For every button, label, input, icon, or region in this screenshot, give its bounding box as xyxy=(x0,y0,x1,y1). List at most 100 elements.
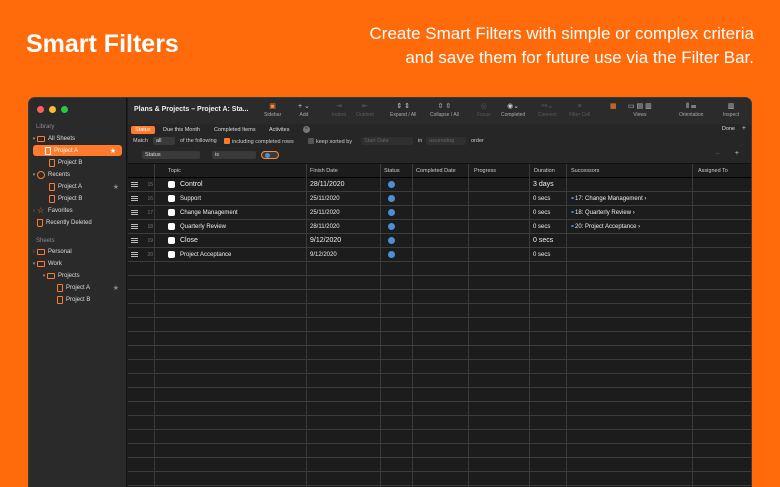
status-cell[interactable] xyxy=(380,220,412,234)
status-cell[interactable] xyxy=(380,234,412,248)
status-cell[interactable] xyxy=(380,178,412,192)
column-header-assigned-to[interactable]: Assigned To xyxy=(694,164,728,178)
table-row[interactable] xyxy=(128,346,751,360)
row-handle-icon[interactable] xyxy=(131,238,138,243)
including-completed-checkbox[interactable]: including completed rows xyxy=(224,138,294,145)
row-handle-icon[interactable] xyxy=(131,210,138,215)
remove-criteria-button[interactable]: − xyxy=(716,151,719,157)
table-row[interactable] xyxy=(128,388,751,402)
star-icon[interactable]: ★ xyxy=(113,284,119,292)
column-header-topic[interactable]: Topic xyxy=(164,164,181,178)
table-row[interactable] xyxy=(128,304,751,318)
table-row[interactable]: 18 Quarterly Review 28/11/2020 0 secs ⚭20: P… xyxy=(128,220,751,234)
zoom-window-button[interactable] xyxy=(61,106,68,113)
collapse-all-button[interactable]: ⇳ ⇳ Collapse / All xyxy=(430,102,459,118)
close-window-button[interactable] xyxy=(37,106,44,113)
finish-date-cell[interactable]: 9/12/2020 xyxy=(306,248,378,262)
criteria-value-select[interactable] xyxy=(261,151,279,159)
sidebar-item-project-a[interactable]: Project A ★ xyxy=(33,145,122,156)
table-row[interactable] xyxy=(128,430,751,444)
table-row[interactable]: 20 Project Acceptance 9/12/2020 0 secs xyxy=(128,248,751,262)
sidebar-item-recently-deleted[interactable]: Recently Deleted xyxy=(29,217,125,228)
table-row[interactable]: 17 Change Management 25/11/2020 0 secs ⚭18: … xyxy=(128,206,751,220)
topic-cell[interactable]: Change Management xyxy=(176,206,304,220)
topic-cell[interactable]: Close xyxy=(176,234,304,248)
table-row[interactable] xyxy=(128,332,751,346)
duration-cell[interactable]: 0 secs xyxy=(529,192,565,206)
topic-cell[interactable]: Control xyxy=(176,178,304,192)
finish-date-cell[interactable]: 25/11/2020 xyxy=(306,192,378,206)
row-handle-icon[interactable] xyxy=(131,252,138,257)
row-handle-icon[interactable] xyxy=(131,196,138,201)
sidebar-toggle-button[interactable]: ▣ Sidebar xyxy=(264,102,281,118)
successors-cell[interactable]: ⚭17: Change Management › xyxy=(566,192,692,206)
views-button[interactable]: ▭ ▤ ▥ Views xyxy=(628,102,652,118)
successors-cell[interactable]: ⚭20: Project Acceptance › xyxy=(566,220,692,234)
row-checkbox[interactable] xyxy=(168,237,175,244)
keep-sorted-checkbox[interactable]: keep sorted by xyxy=(308,138,352,145)
table-row[interactable] xyxy=(128,360,751,374)
criteria-field-select[interactable]: Status xyxy=(142,151,200,159)
filter-cell-button[interactable]: ≡ Filter Cell xyxy=(569,102,590,118)
focus-button[interactable]: ◎ Focus xyxy=(477,102,491,118)
status-cell[interactable] xyxy=(380,192,412,206)
sidebar-item-work-project-a[interactable]: Project A ★ xyxy=(29,282,125,293)
star-icon[interactable]: ★ xyxy=(113,183,119,191)
sidebar-item-all-sheets[interactable]: ▾ All Sheets xyxy=(29,133,125,144)
duration-cell[interactable]: 3 days xyxy=(529,178,565,192)
table-row[interactable] xyxy=(128,290,751,304)
duration-cell[interactable]: 0 secs xyxy=(529,248,565,262)
table-row[interactable]: 19 Close 9/12/2020 0 secs xyxy=(128,234,751,248)
sidebar-item-personal[interactable]: › Personal xyxy=(29,246,125,257)
column-header-status[interactable]: Status xyxy=(380,164,400,178)
inspect-button[interactable]: ▥ Inspect xyxy=(723,102,739,118)
column-header-duration[interactable]: Duration xyxy=(530,164,555,178)
filter-tab-status[interactable]: Status xyxy=(131,126,155,134)
table-row[interactable] xyxy=(128,262,751,276)
sidebar-item-favorites[interactable]: › ☆ Favorites xyxy=(29,205,125,216)
sidebar-item-recent-project-a[interactable]: Project A ★ xyxy=(29,181,125,192)
match-select[interactable]: all xyxy=(153,137,175,145)
table-row[interactable] xyxy=(128,374,751,388)
table-row[interactable] xyxy=(128,318,751,332)
sidebar-item-recents[interactable]: ▾ Recents xyxy=(29,169,125,180)
topic-cell[interactable]: Quarterly Review xyxy=(176,220,304,234)
view-grid-button[interactable]: ▦ xyxy=(610,102,617,112)
sort-field-select[interactable]: Start Date xyxy=(361,137,413,145)
column-header-completed-date[interactable]: Completed Date xyxy=(412,164,456,178)
row-checkbox[interactable] xyxy=(168,223,175,230)
status-cell[interactable] xyxy=(380,248,412,262)
sidebar-item-work-project-b[interactable]: Project B xyxy=(29,294,125,305)
row-checkbox[interactable] xyxy=(168,251,175,258)
topic-cell[interactable]: Support xyxy=(176,192,304,206)
status-cell[interactable] xyxy=(380,206,412,220)
sidebar-item-work[interactable]: ▾ Work xyxy=(29,258,125,269)
orientation-button[interactable]: ⫴ ☰ Orientation xyxy=(679,102,703,118)
minimize-window-button[interactable] xyxy=(49,106,56,113)
table-row[interactable]: 15 Control 28/11/2020 3 days xyxy=(128,178,751,192)
table-row[interactable] xyxy=(128,402,751,416)
finish-date-cell[interactable]: 25/11/2020 xyxy=(306,206,378,220)
duration-cell[interactable]: 0 secs xyxy=(529,220,565,234)
row-checkbox[interactable] xyxy=(168,195,175,202)
table-row[interactable] xyxy=(128,444,751,458)
column-header-successors[interactable]: Successors xyxy=(567,164,599,178)
table-row[interactable] xyxy=(128,458,751,472)
sidebar-item-project-b[interactable]: Project B xyxy=(29,157,125,168)
successor-link[interactable]: 20: Project Acceptance › xyxy=(575,224,640,230)
sidebar-item-recent-project-b[interactable]: Project B xyxy=(29,193,125,204)
connect-button[interactable]: ⚯⌄ Connect xyxy=(538,102,557,118)
row-handle-icon[interactable] xyxy=(131,182,138,187)
row-checkbox[interactable] xyxy=(168,181,175,188)
filter-tab-completed-items[interactable]: Completed Items xyxy=(210,126,260,134)
row-checkbox[interactable] xyxy=(168,209,175,216)
successor-link[interactable]: 17: Change Management › xyxy=(575,196,646,202)
criteria-operator-select[interactable]: is xyxy=(212,151,256,159)
duration-cell[interactable]: 0 secs xyxy=(529,206,565,220)
filter-tab-activites[interactable]: Activites xyxy=(265,126,293,134)
finish-date-cell[interactable]: 28/11/2020 xyxy=(306,220,378,234)
star-icon[interactable]: ★ xyxy=(110,147,116,155)
column-header-finish-date[interactable]: Finish Date xyxy=(306,164,338,178)
filter-tab-due-this-month[interactable]: Due this Month xyxy=(159,126,204,134)
done-button[interactable]: Done xyxy=(722,126,735,132)
